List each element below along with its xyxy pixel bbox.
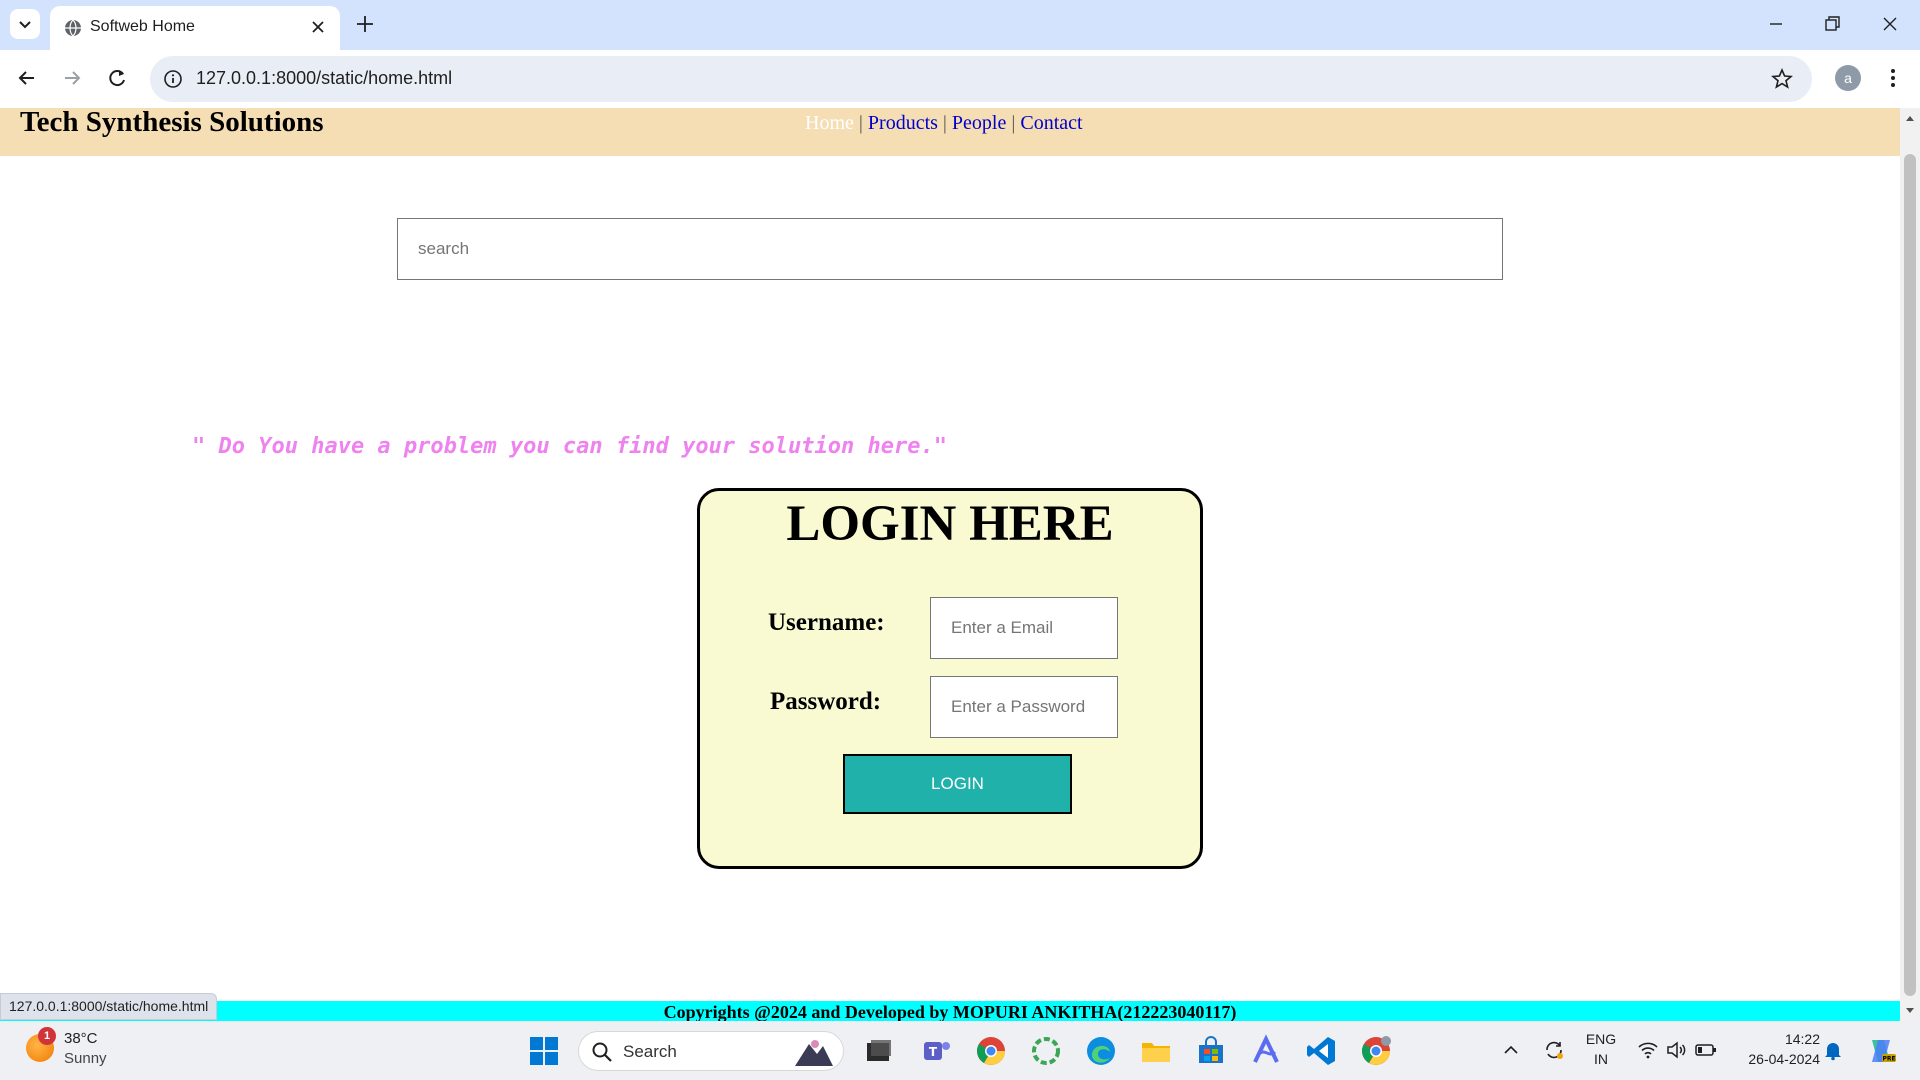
minimize-icon[interactable] bbox=[1764, 12, 1788, 36]
tab-search-button[interactable] bbox=[10, 9, 40, 39]
site-header: Tech Synthesis Solutions Home | Products… bbox=[0, 108, 1900, 156]
profile-avatar[interactable]: a bbox=[1835, 65, 1861, 91]
site-footer: Copyrights @2024 and Developed by MOPURI… bbox=[0, 1001, 1900, 1021]
scroll-down-arrow-icon[interactable] bbox=[1900, 1003, 1920, 1019]
taskbar-search-box[interactable]: Search bbox=[578, 1031, 844, 1071]
scroll-up-arrow-icon[interactable] bbox=[1900, 110, 1920, 126]
weather-condition[interactable]: Sunny bbox=[64, 1050, 107, 1067]
nav-link-home[interactable]: Home bbox=[805, 112, 854, 134]
clock-time: 14:22 bbox=[1784, 1031, 1820, 1047]
password-field[interactable] bbox=[930, 676, 1118, 738]
vscode-icon[interactable] bbox=[1304, 1034, 1338, 1068]
circle-app-icon[interactable] bbox=[1029, 1034, 1063, 1068]
nav-separator: | bbox=[942, 112, 947, 134]
language-code: ENG bbox=[1585, 1031, 1617, 1047]
file-explorer-icon[interactable] bbox=[1139, 1034, 1173, 1068]
notification-bell-icon[interactable] bbox=[1822, 1039, 1844, 1061]
page-viewport: Tech Synthesis Solutions Home | Products… bbox=[0, 108, 1900, 1021]
login-card: LOGIN HERE Username: Password: LOGIN bbox=[697, 488, 1203, 869]
url-text[interactable]: 127.0.0.1:8000/static/home.html bbox=[196, 68, 452, 89]
window-close-icon[interactable] bbox=[1878, 12, 1902, 36]
username-field[interactable] bbox=[930, 597, 1118, 659]
windows-start-icon[interactable] bbox=[528, 1035, 560, 1067]
site-nav: Home | Products | People | Contact bbox=[805, 112, 1083, 135]
close-icon[interactable] bbox=[308, 17, 328, 37]
back-arrow-icon[interactable] bbox=[14, 65, 40, 91]
chrome-profile-icon[interactable] bbox=[1359, 1034, 1393, 1068]
nav-link-products[interactable]: Products bbox=[868, 112, 938, 134]
tab-title: Softweb Home bbox=[90, 18, 195, 35]
globe-icon bbox=[65, 19, 81, 37]
show-hidden-icons-chevron-icon[interactable] bbox=[1500, 1039, 1522, 1061]
nav-link-people[interactable]: People bbox=[952, 112, 1006, 134]
forward-arrow-icon[interactable] bbox=[59, 65, 85, 91]
weather-temperature[interactable]: 38°C bbox=[64, 1030, 98, 1047]
link-status-bubble: 127.0.0.1:8000/static/home.html bbox=[0, 993, 218, 1020]
input-language-indicator[interactable]: ENG IN bbox=[1584, 1029, 1618, 1069]
nav-link-contact[interactable]: Contact bbox=[1020, 112, 1082, 134]
taskbar-search-label: Search bbox=[623, 1042, 677, 1061]
chevron-down-icon bbox=[19, 21, 31, 29]
arc-icon[interactable] bbox=[1249, 1034, 1283, 1068]
more-menu-icon[interactable] bbox=[1880, 65, 1906, 91]
region-code: IN bbox=[1594, 1051, 1608, 1067]
scrollbar-thumb[interactable] bbox=[1904, 154, 1916, 996]
reload-icon[interactable] bbox=[104, 65, 130, 91]
files-icon[interactable] bbox=[862, 1034, 896, 1068]
nav-separator: | bbox=[858, 112, 863, 134]
new-tab-plus-icon[interactable] bbox=[352, 11, 378, 37]
browser-toolbar: 127.0.0.1:8000/static/home.html a bbox=[0, 50, 1920, 108]
wifi-icon[interactable] bbox=[1636, 1038, 1660, 1062]
password-label: Password: bbox=[770, 688, 882, 715]
bookmark-star-icon[interactable] bbox=[1770, 67, 1794, 91]
weather-badge: 1 bbox=[38, 1027, 56, 1045]
svg-text:PRE: PRE bbox=[1882, 1056, 1895, 1063]
footer-text: Copyrights @2024 and Developed by MOPURI… bbox=[663, 1002, 1237, 1021]
store-icon[interactable] bbox=[1194, 1034, 1228, 1068]
edge-icon[interactable] bbox=[1084, 1034, 1118, 1068]
browser-tab[interactable]: Softweb Home bbox=[50, 6, 340, 50]
chrome-icon[interactable] bbox=[974, 1034, 1008, 1068]
tagline-quote: " Do You have a problem you can find you… bbox=[192, 434, 947, 459]
system-clock[interactable]: 14:22 26-04-2024 bbox=[1730, 1029, 1820, 1069]
login-button[interactable]: LOGIN bbox=[843, 754, 1072, 814]
search-icon bbox=[592, 1042, 612, 1062]
address-bar[interactable]: 127.0.0.1:8000/static/home.html bbox=[150, 56, 1812, 102]
svg-text:T: T bbox=[929, 1045, 938, 1059]
sync-icon[interactable] bbox=[1542, 1038, 1566, 1062]
browser-tab-bar: Softweb Home bbox=[0, 0, 1920, 50]
search-highlight-illustration-icon bbox=[795, 1040, 833, 1066]
restore-icon[interactable] bbox=[1820, 12, 1844, 36]
site-info-icon[interactable] bbox=[162, 68, 184, 90]
login-title: LOGIN HERE bbox=[786, 496, 1114, 552]
nav-separator: | bbox=[1011, 112, 1016, 134]
site-title: Tech Synthesis Solutions bbox=[20, 108, 324, 138]
copilot-icon[interactable]: PRE bbox=[1864, 1034, 1898, 1068]
volume-icon[interactable] bbox=[1664, 1038, 1688, 1062]
search-input[interactable] bbox=[397, 218, 1503, 280]
teams-icon[interactable]: T bbox=[919, 1034, 953, 1068]
battery-icon[interactable] bbox=[1694, 1038, 1718, 1062]
windows-taskbar: 1 38°C Sunny Search T ENG IN 14:22 26-04… bbox=[0, 1021, 1920, 1080]
page-scrollbar[interactable] bbox=[1900, 108, 1920, 1021]
clock-date: 26-04-2024 bbox=[1748, 1051, 1820, 1067]
username-label: Username: bbox=[768, 609, 885, 636]
